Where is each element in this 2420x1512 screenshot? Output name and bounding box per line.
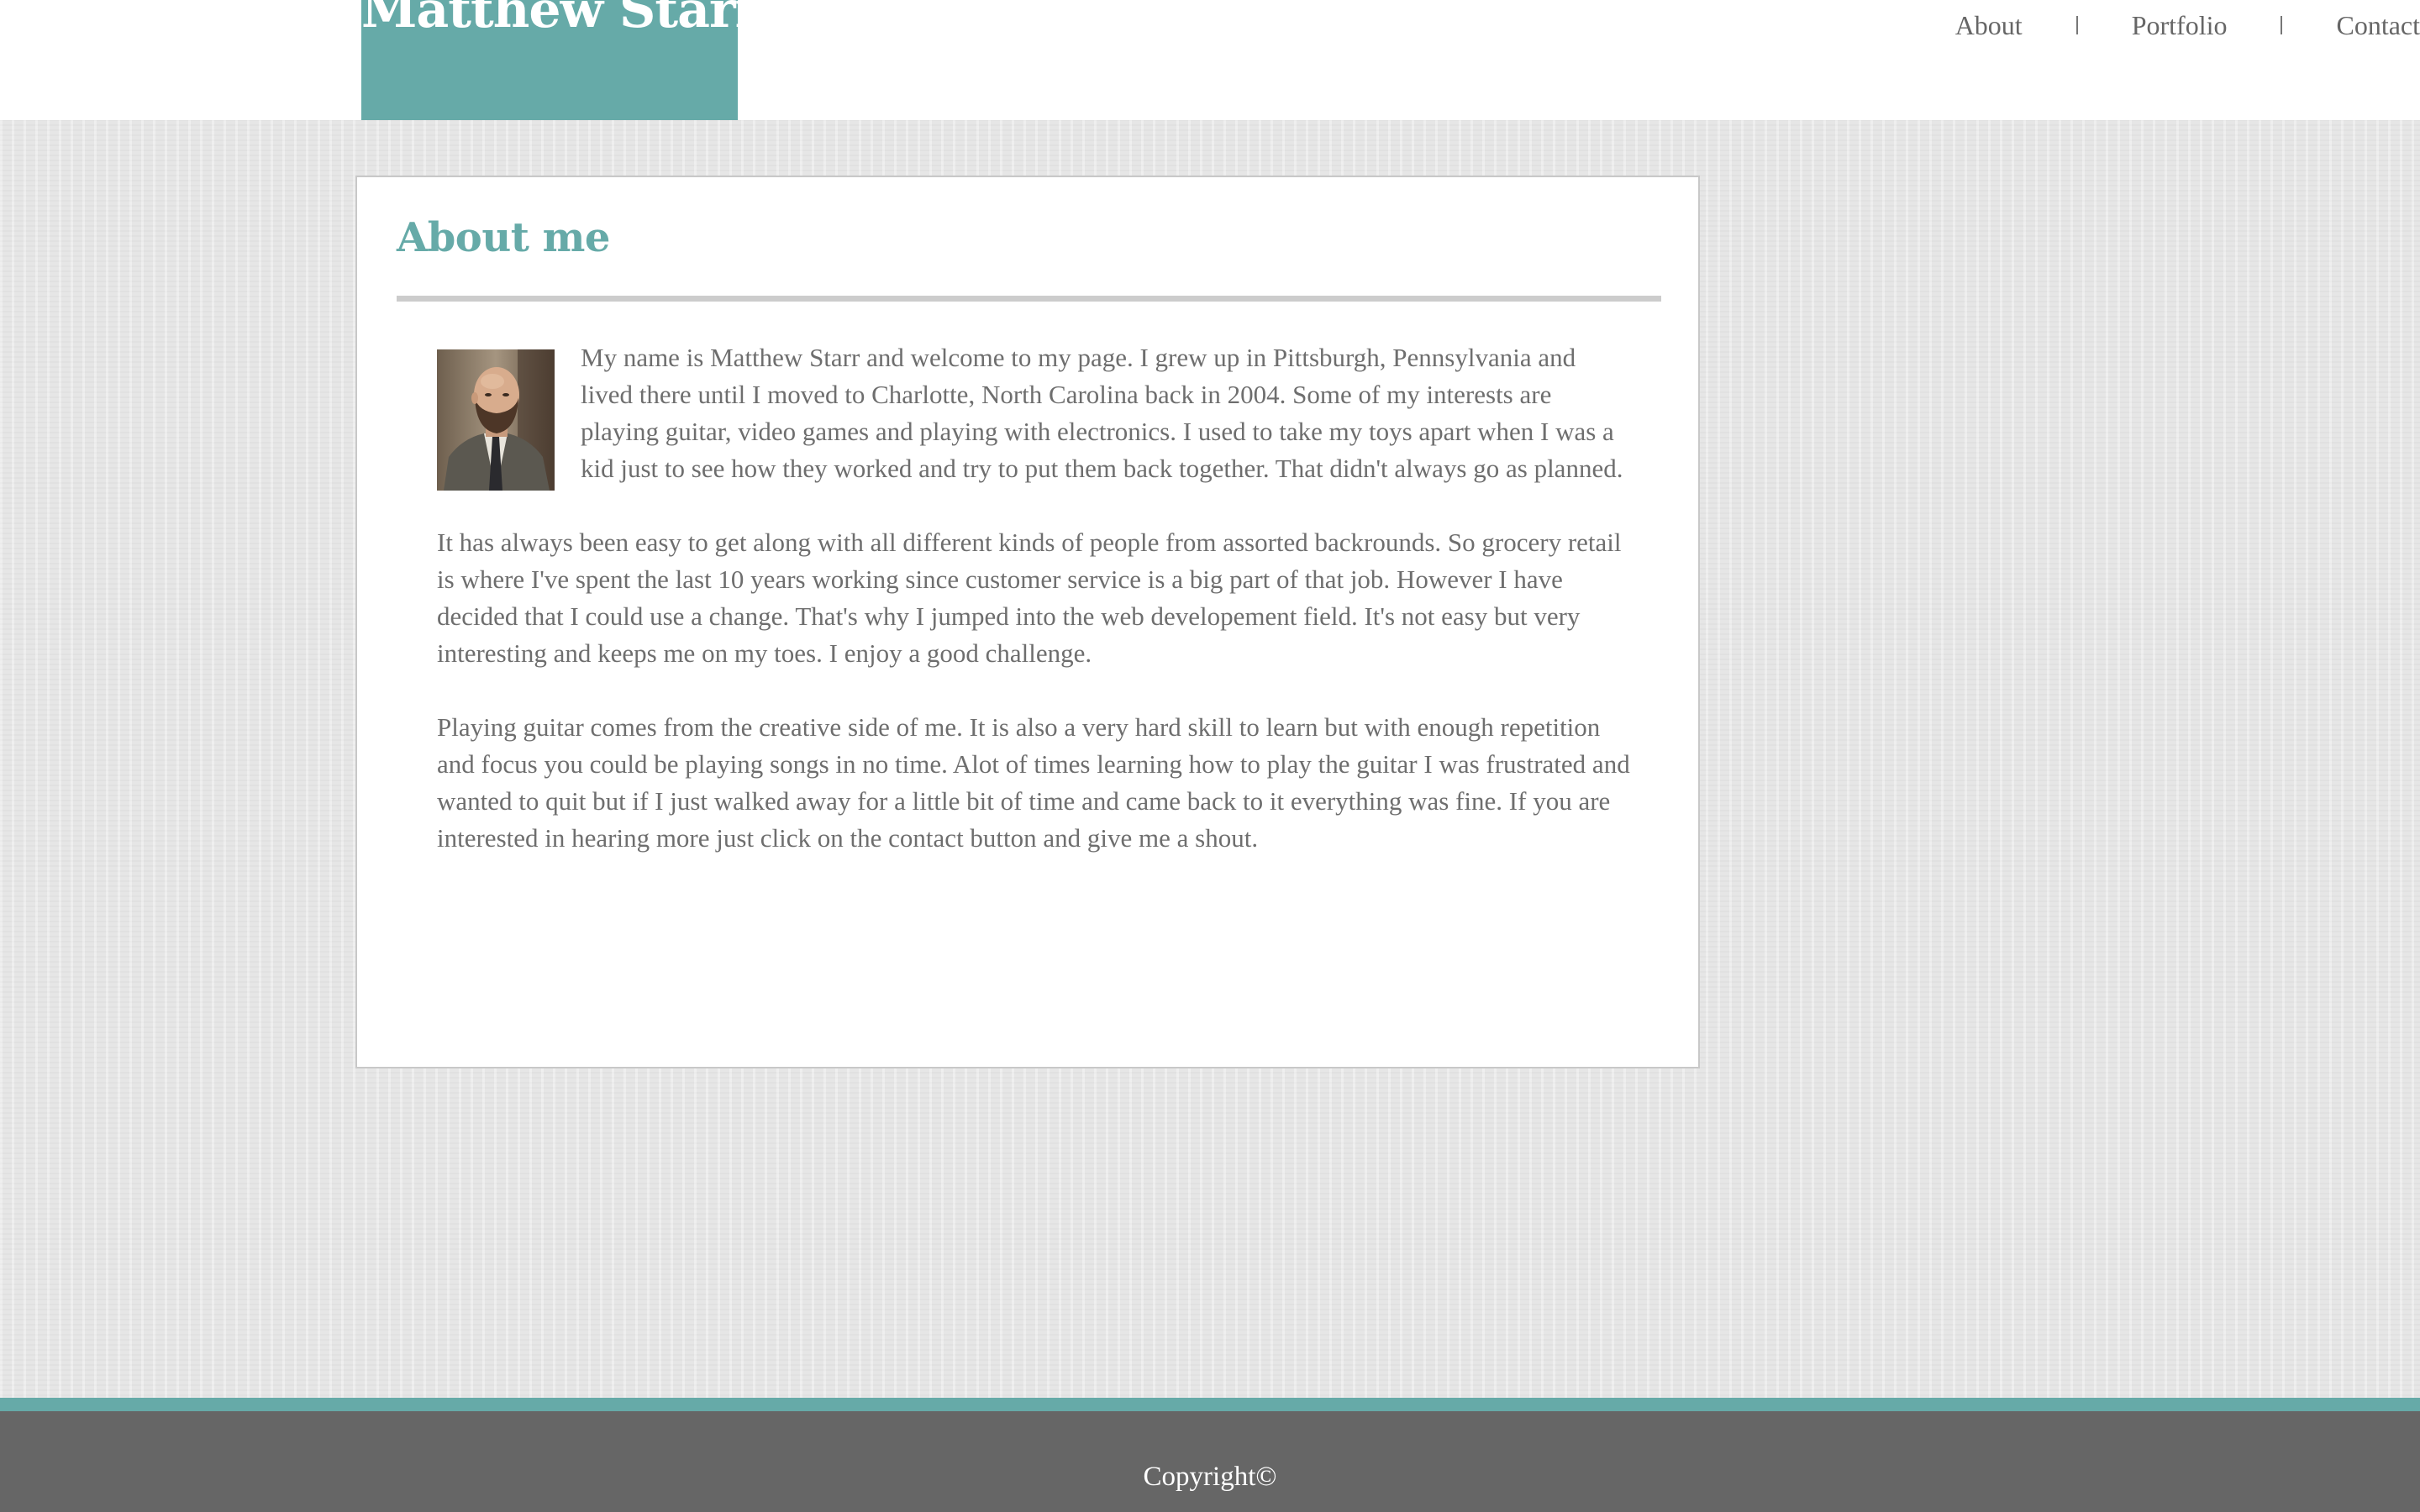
nav-link-about[interactable]: About — [1955, 10, 2023, 41]
logo-block[interactable]: Matthew Starr — [361, 0, 738, 120]
about-card: About me My name is Matthew Starr and we… — [355, 176, 1700, 1068]
copyright-text: Copyright© — [1143, 1462, 1277, 1492]
about-paragraph-1: My name is Matthew Starr and welcome to … — [581, 343, 1623, 483]
nav-separator — [2281, 16, 2283, 34]
title-divider — [397, 296, 1661, 302]
main-nav: About Portfolio Contact — [1955, 7, 2420, 44]
portrait-image — [437, 349, 555, 491]
nav-separator — [2075, 16, 2078, 34]
about-body: My name is Matthew Starr and welcome to … — [437, 339, 1630, 894]
site-footer: Copyright© — [0, 1411, 2420, 1512]
about-paragraph-3: Playing guitar comes from the creative s… — [437, 712, 1630, 853]
site-name[interactable]: Matthew Starr — [361, 0, 738, 44]
footer-accent-bar — [0, 1398, 2420, 1411]
site-header: Matthew Starr About Portfolio Contact — [0, 0, 2420, 120]
nav-link-portfolio[interactable]: Portfolio — [2132, 10, 2228, 41]
about-paragraph-2: It has always been easy to get along wit… — [437, 528, 1622, 668]
page-title: About me — [397, 214, 610, 261]
nav-link-contact[interactable]: Contact — [2336, 10, 2420, 41]
portrait-photo — [437, 349, 555, 491]
